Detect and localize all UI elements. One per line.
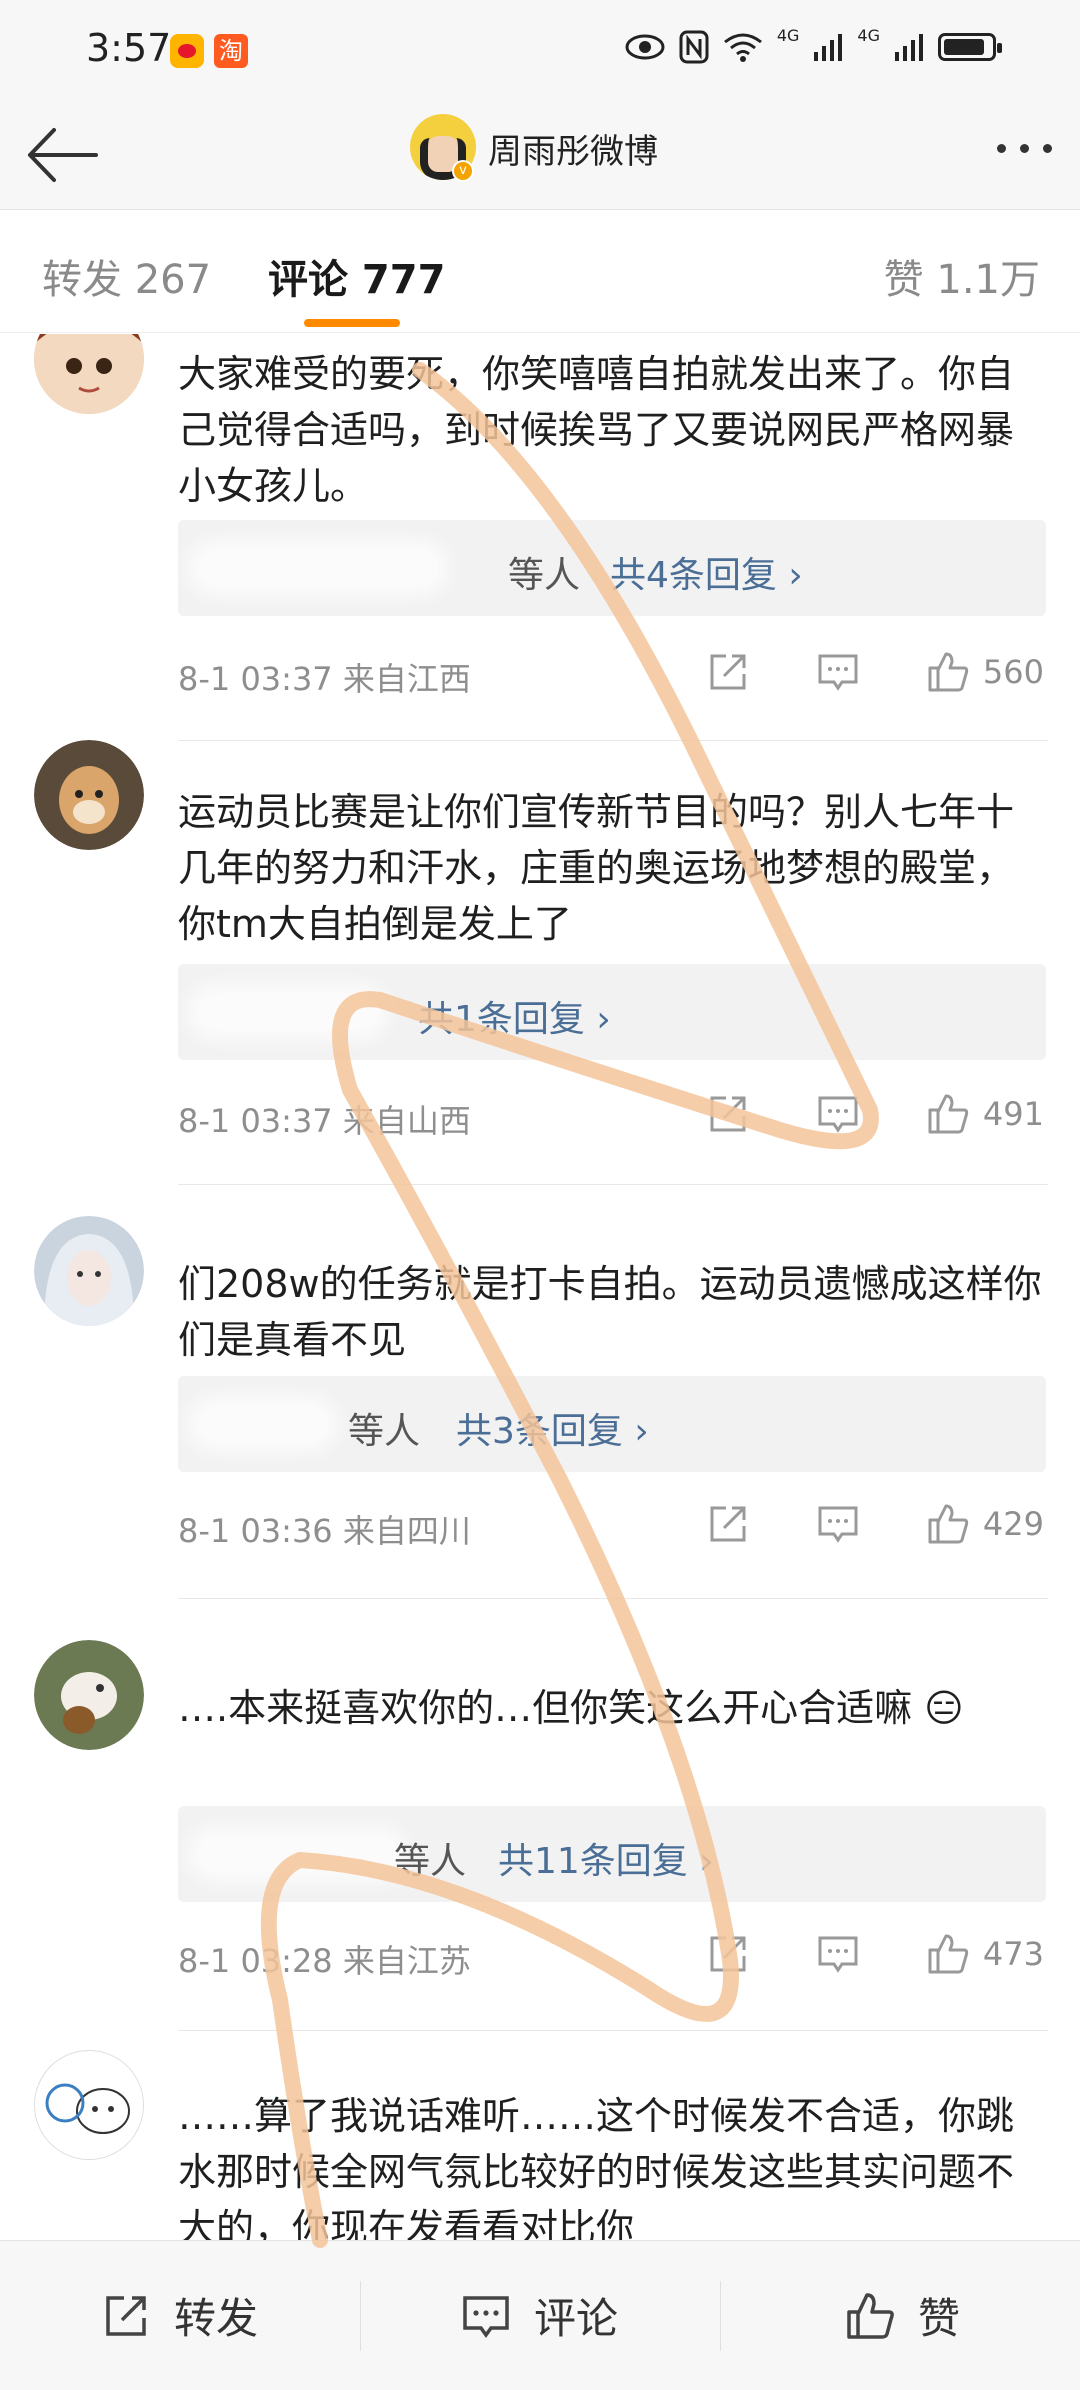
wifi-icon xyxy=(723,33,762,62)
divider xyxy=(178,1598,1048,1599)
redacted-name xyxy=(198,1836,398,1872)
network-type-label-2: 4G xyxy=(857,25,880,45)
like-count: 491 xyxy=(982,1095,1044,1133)
share-icon[interactable] xyxy=(706,1502,750,1546)
replies-count-link[interactable]: 共4条回复 › xyxy=(610,546,803,598)
divider xyxy=(178,740,1048,741)
like-label: 赞 xyxy=(918,2294,961,2343)
replies-who: 等人 xyxy=(508,555,581,596)
comment-text: 们208w的任务就是打卡自拍。运动员遗憾成这样你们是真看不见 xyxy=(178,1262,1042,1362)
page-title[interactable]: 周雨彤微博 xyxy=(488,124,658,173)
comment-time: 8-1 03:36 xyxy=(178,1512,333,1550)
tab-comment[interactable]: 评论 777 xyxy=(268,247,445,305)
weibo-notification-icon xyxy=(170,34,204,68)
redacted-name xyxy=(198,1406,328,1442)
replies-who: 等人 xyxy=(348,1411,421,1452)
comment-icon xyxy=(463,2295,509,2338)
clock: 3:57 xyxy=(86,26,172,70)
repost-button[interactable]: 转发 xyxy=(100,2285,258,2346)
repost-label: 转发 xyxy=(174,2294,259,2343)
taobao-notification-icon: 淘 xyxy=(214,34,248,68)
like-count: 429 xyxy=(982,1505,1044,1543)
status-icons: 4G 4G xyxy=(625,26,1002,64)
share-icon[interactable] xyxy=(706,1932,750,1976)
divider xyxy=(720,2281,721,2351)
commenter-avatar[interactable] xyxy=(34,334,144,414)
comment-meta: 8-1 03:28 来自江苏 xyxy=(178,1936,471,1982)
comment-location: 来自山西 xyxy=(342,1102,471,1140)
divider xyxy=(178,1184,1048,1185)
verified-badge-icon: v xyxy=(452,160,474,182)
tab-repost[interactable]: 转发 267 xyxy=(42,247,211,305)
divider xyxy=(360,2281,361,2351)
more-options-icon[interactable] xyxy=(997,144,1052,153)
comment-icon[interactable] xyxy=(816,1092,860,1136)
like-icon[interactable] xyxy=(926,1502,970,1546)
comment-text: 运动员比赛是让你们宣传新节目的吗？别人七年十几年的努力和汗水，庄重的奥运场地梦想… xyxy=(178,790,1015,946)
comment-list[interactable]: 大家难受的要死，你笑嘻嘻自拍就发出来了。你自己觉得合适吗，到时候挨骂了又要说网民… xyxy=(0,334,1080,2240)
bottom-action-bar: 转发 评论 赞 xyxy=(0,2240,1080,2390)
comment-actions: 473 xyxy=(706,1932,1044,1976)
comment-text: 大家难受的要死，你笑嘻嘻自拍就发出来了。你自己觉得合适吗，到时候挨骂了又要说网民… xyxy=(178,352,1015,508)
comment-time: 8-1 03:37 xyxy=(178,660,333,698)
redacted-name xyxy=(198,994,378,1030)
replies-preview[interactable]: 等人 共4条回复 › xyxy=(178,520,1046,616)
signal-icon-2 xyxy=(895,34,923,61)
comment-time: 8-1 03:37 xyxy=(178,1102,333,1140)
commenter-avatar[interactable] xyxy=(34,2050,144,2160)
back-arrow-icon[interactable] xyxy=(24,122,100,188)
comment-meta: 8-1 03:36 来自四川 xyxy=(178,1506,471,1552)
replies-preview[interactable]: 等人 共3条回复 › xyxy=(178,1376,1046,1472)
comment-meta: 8-1 03:37 来自山西 xyxy=(178,1096,471,1142)
like-icon[interactable] xyxy=(926,650,970,694)
divider xyxy=(178,2030,1048,2031)
like-icon xyxy=(847,2292,894,2339)
comment-actions: 491 xyxy=(706,1092,1044,1136)
comment-icon[interactable] xyxy=(816,1502,860,1546)
active-tab-indicator xyxy=(304,319,400,327)
top-nav-bar: v 周雨彤微博 xyxy=(0,100,1080,210)
like-icon[interactable] xyxy=(926,1092,970,1136)
replies-who: 等人 xyxy=(394,1841,467,1882)
like-count: 560 xyxy=(982,653,1044,691)
comment-location: 来自江西 xyxy=(342,660,471,698)
comment-label: 评论 xyxy=(534,2294,619,2343)
like-icon[interactable] xyxy=(926,1932,970,1976)
nfc-icon xyxy=(679,30,709,64)
replies-preview[interactable]: 等人 共11条回复 › xyxy=(178,1806,1046,1902)
eye-icon xyxy=(625,34,665,60)
commenter-avatar[interactable] xyxy=(34,740,144,850)
share-icon[interactable] xyxy=(706,1092,750,1136)
comment-actions: 429 xyxy=(706,1502,1044,1546)
tab-bar: 转发 267 评论 777 赞 1.1万 xyxy=(0,211,1080,333)
network-type-label: 4G xyxy=(776,25,800,45)
comment-button[interactable]: 评论 xyxy=(460,2285,618,2346)
redacted-name xyxy=(198,550,438,586)
tab-likes[interactable]: 赞 1.1万 xyxy=(884,247,1040,305)
like-button[interactable]: 赞 xyxy=(844,2285,960,2346)
comment-icon[interactable] xyxy=(816,1932,860,1976)
comment-location: 来自四川 xyxy=(342,1512,471,1550)
replies-count-link[interactable]: 共3条回复 › xyxy=(456,1402,649,1454)
signal-icon xyxy=(814,34,843,61)
like-count: 473 xyxy=(982,1935,1044,1973)
comment-actions: 560 xyxy=(706,650,1044,694)
replies-count-link[interactable]: 共11条回复 › xyxy=(498,1832,714,1884)
status-bar: 3:57 淘 4G 4G xyxy=(0,0,1080,100)
share-icon[interactable] xyxy=(706,650,750,694)
replies-count-link[interactable]: 共1条回复 › xyxy=(418,990,611,1042)
replies-preview[interactable]: 共1条回复 › xyxy=(178,964,1046,1060)
commenter-avatar[interactable] xyxy=(34,1216,144,1326)
comment-time: 8-1 03:28 xyxy=(178,1942,333,1980)
comment-location: 来自江苏 xyxy=(342,1942,471,1980)
comment-text: ……算了我说话难听……这个时候发不合适，你跳水那时候全网气氛比较好的时候发这些其… xyxy=(178,2094,1015,2240)
comment-meta: 8-1 03:37 来自江西 xyxy=(178,654,471,700)
repost-icon xyxy=(106,2295,146,2336)
comment-text: ….本来挺喜欢你的…但你笑这么开心合适嘛 😑 xyxy=(178,1686,964,1730)
commenter-avatar[interactable] xyxy=(34,1640,144,1750)
battery-icon xyxy=(938,33,1002,61)
comment-icon[interactable] xyxy=(816,650,860,694)
